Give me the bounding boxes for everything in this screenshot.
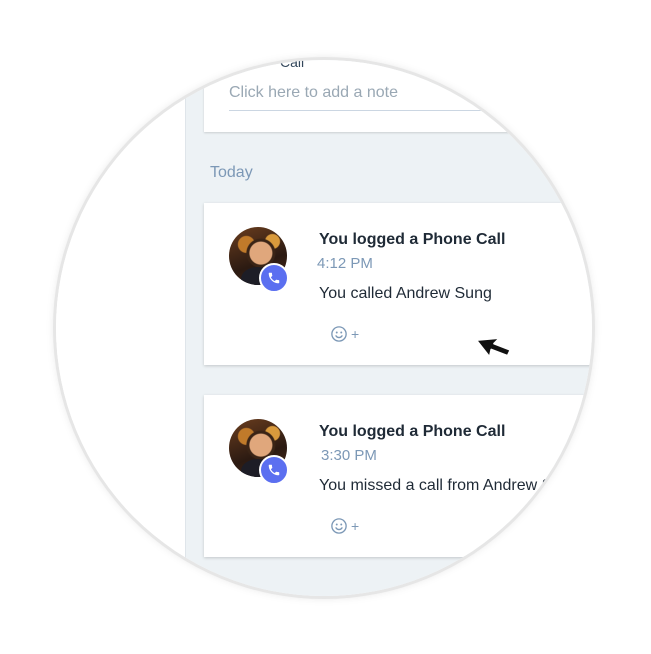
activity-body: You missed a call from Andrew Sung — [319, 477, 579, 494]
smiley-icon — [331, 326, 347, 342]
add-reaction-button[interactable]: + — [330, 325, 359, 343]
note-input[interactable]: Click here to add a note — [229, 84, 529, 111]
activity-card[interactable]: You logged a Phone Call 3:30 PM You miss… — [204, 395, 592, 557]
activity-body: You called Andrew Sung — [319, 285, 492, 302]
activity-card[interactable]: You logged a Phone Call 4:12 PM You call… — [204, 203, 592, 365]
section-label-today: Today — [210, 164, 253, 181]
activity-time: 3:30 PM — [321, 447, 377, 464]
smiley-icon — [331, 518, 347, 534]
phone-icon — [259, 263, 289, 293]
log-call-card-title: Call — [280, 60, 305, 70]
stage: Call Click here to add a note Today You … — [0, 0, 651, 654]
zoomed-ui: Call Click here to add a note Today You … — [56, 60, 592, 596]
reaction-plus: + — [351, 518, 360, 534]
activity-title: You logged a Phone Call — [319, 231, 506, 248]
left-pane — [56, 60, 185, 596]
activity-time: 4:12 PM — [317, 255, 373, 272]
activity-title: You logged a Phone Call — [319, 423, 506, 440]
magnifier-lens: Call Click here to add a note Today You … — [56, 60, 592, 596]
phone-icon — [259, 455, 289, 485]
add-reaction-button[interactable]: + — [330, 517, 359, 535]
reaction-plus: + — [351, 326, 360, 342]
cursor-arrow-icon — [475, 336, 512, 359]
